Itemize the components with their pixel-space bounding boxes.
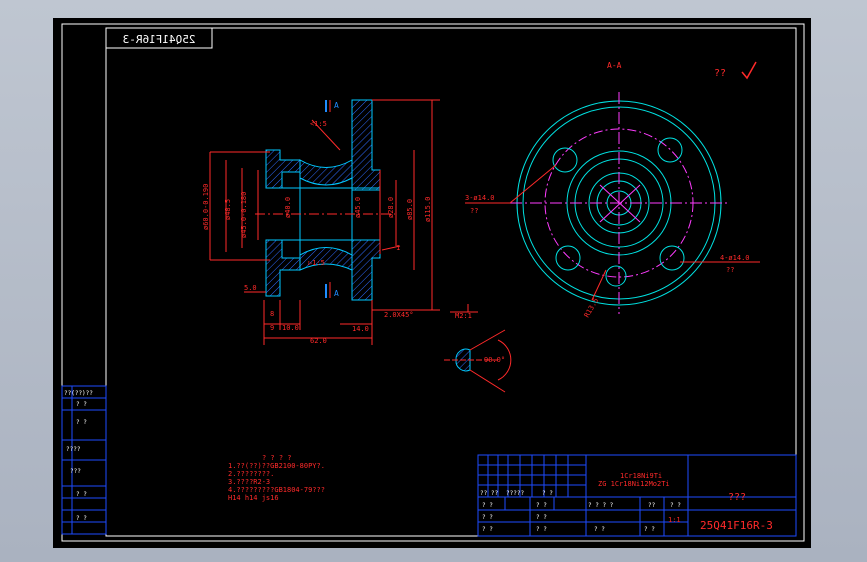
section-symbol-top: A xyxy=(334,101,339,110)
dim-d45-tol: ø45.0-0.180 xyxy=(240,192,248,238)
roughness-text: ?? xyxy=(714,68,726,79)
part-name: ??? xyxy=(728,492,746,503)
dim-hole-4-note: ?? xyxy=(726,266,734,274)
notes-line-4: 4.?????????GB1804-79??? xyxy=(228,486,325,494)
left-table-row-1: ??(??)?? xyxy=(64,390,93,397)
cad-viewport[interactable]: 25Q41F16R-3 ??(??)?? ? ? ? ? ???? ??? ? … xyxy=(0,0,867,562)
material-line-1: 1Cr18Ni9Ti xyxy=(620,472,662,480)
left-table-row-6: ? ? xyxy=(76,491,87,498)
dim-d45: ø45.0 xyxy=(354,197,362,218)
left-table-row-5: ??? xyxy=(70,468,81,475)
tb-right-r3-1: ? ? xyxy=(594,526,605,533)
drawing-number: 25Q41F16R-3 xyxy=(700,519,773,532)
tb-right-hdr-3: ? ? xyxy=(670,502,681,509)
notes-line-5: H14 h14 js16 xyxy=(228,494,279,502)
dim-d48: ø48.5 xyxy=(224,199,232,220)
drawing-number-box-text: 25Q41F16R-3 xyxy=(123,33,196,46)
tb-r2-c2: ? ? xyxy=(536,514,547,521)
tb-right-hdr-2: ?? xyxy=(648,502,656,509)
dim-hole-3: 3-ø14.0 xyxy=(465,194,495,202)
left-table-row-2: ? ? xyxy=(76,401,87,408)
tb-hdr-2: ????? xyxy=(506,490,524,497)
dim-len-10: 10.0 xyxy=(282,324,299,332)
tb-r1-c2: ? ? xyxy=(536,502,547,509)
tb-r1-c1: ? ? xyxy=(482,502,493,509)
material-line-2: ZG 1Cr18Ni12Mo2Ti xyxy=(598,480,670,488)
left-table-row-7: ? ? xyxy=(76,515,87,522)
tb-hdr-3: ? ? xyxy=(542,490,553,497)
dim-d115: ø115.0 xyxy=(424,197,432,222)
dim-d40: ø40.0 xyxy=(284,197,292,218)
dim-cone: <1:5 xyxy=(310,120,327,128)
tb-hdr-1: ?? ?? xyxy=(480,490,498,497)
tb-r3-c1: ? ? xyxy=(482,526,493,533)
left-table-row-4: ???? xyxy=(66,446,81,453)
notes-line-3: 3.????R2-3 xyxy=(228,478,270,486)
dim-len-9: 9 xyxy=(270,324,274,332)
dim-len-62: 62.0 xyxy=(310,337,327,345)
notes-heading: ? ? ? ? xyxy=(262,454,292,462)
dim-detail-scale: M2:1 xyxy=(455,312,472,320)
section-symbol-bottom: A xyxy=(334,289,339,298)
section-label: A-A xyxy=(607,61,622,70)
scale-value: 1:1 xyxy=(668,516,681,524)
left-table-row-3: ? ? xyxy=(76,419,87,426)
notes-line-2: 2.????????. xyxy=(228,470,274,478)
dim-len-8: 8 xyxy=(270,310,274,318)
tb-right-hdr-1: ? ? ? ? xyxy=(588,502,614,509)
tb-r2-c1: ? ? xyxy=(482,514,493,521)
dim-chamfer: 2.0X45° xyxy=(384,311,414,319)
dim-small-label: 1 xyxy=(396,244,400,252)
tb-r3-c2: ? ? xyxy=(536,526,547,533)
dim-len-14: 14.0 xyxy=(352,325,369,333)
dim-len-5: 5.0 xyxy=(244,284,257,292)
dim-taper: ▷1:5 xyxy=(308,259,325,267)
dim-d60: ø60.0-0.190 xyxy=(202,184,210,230)
dim-d28: ø28.0 xyxy=(387,197,395,218)
dim-d85: ø85.0 xyxy=(406,199,414,220)
notes-line-1: 1.??(??)??GB2100-80PY?. xyxy=(228,462,325,470)
tb-right-r3-2: ? ? xyxy=(644,526,655,533)
dim-hole-4: 4-ø14.0 xyxy=(720,254,750,262)
dim-hole-3-note: ?? xyxy=(470,207,478,215)
